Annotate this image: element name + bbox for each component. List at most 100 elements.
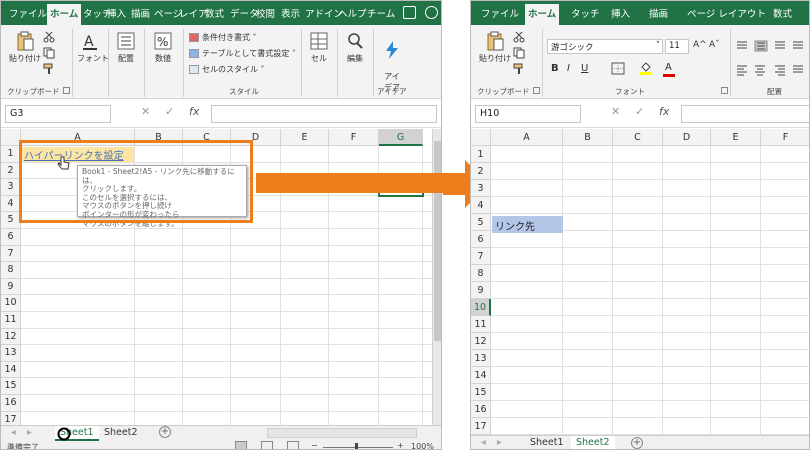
row-header-11[interactable]: 11 bbox=[471, 316, 491, 333]
row-header-10[interactable]: 10 bbox=[1, 295, 21, 312]
col-header-g[interactable]: G bbox=[379, 129, 423, 146]
add-sheet-icon[interactable]: + bbox=[159, 426, 171, 438]
font-name-select[interactable]: 游ゴシック ˅ bbox=[547, 39, 663, 54]
font-color-button[interactable]: A bbox=[665, 62, 672, 73]
share-icon[interactable] bbox=[403, 6, 416, 19]
col-header-f[interactable]: F bbox=[329, 129, 379, 146]
col-header-d[interactable]: D bbox=[663, 129, 711, 146]
name-box[interactable]: G3 bbox=[5, 105, 111, 123]
col-header-f[interactable]: F bbox=[761, 129, 809, 146]
tab-insert[interactable]: 挿入 bbox=[107, 6, 126, 20]
row-header-16[interactable]: 16 bbox=[1, 395, 21, 412]
zoom-slider-thumb[interactable] bbox=[355, 443, 358, 449]
sheet-nav-next-icon[interactable]: ▸ bbox=[497, 437, 502, 448]
tab-draw[interactable]: 描画 bbox=[649, 6, 668, 20]
fill-color-icon[interactable] bbox=[639, 61, 653, 75]
tab-data[interactable]: データ bbox=[230, 6, 259, 20]
cut-icon[interactable] bbox=[513, 31, 525, 43]
shrink-font-button[interactable]: Aˇ bbox=[709, 40, 720, 50]
tab-touch[interactable]: タッチ bbox=[571, 6, 600, 20]
number-button[interactable]: % 数値 bbox=[148, 31, 178, 64]
underline-button[interactable]: U bbox=[581, 63, 588, 74]
tab-insert[interactable]: 挿入 bbox=[611, 6, 630, 20]
tab-home[interactable]: ホーム bbox=[525, 4, 560, 25]
row-header-6[interactable]: 6 bbox=[471, 231, 491, 248]
tab-file[interactable]: ファイル bbox=[481, 6, 519, 20]
worksheet-grid-right[interactable]: A B C D E F 1 2 3 4 5 6 7 8 9 10 11 12 13 14 15 16 17 リン… bbox=[471, 129, 809, 435]
row-header-4[interactable]: 4 bbox=[1, 195, 21, 213]
tab-draw[interactable]: 描画 bbox=[131, 6, 150, 20]
feedback-icon[interactable] bbox=[425, 6, 438, 19]
font-button[interactable]: A フォント bbox=[77, 31, 109, 64]
col-header-e[interactable]: E bbox=[281, 129, 329, 146]
sheet-tab-sheet2[interactable]: Sheet2 bbox=[99, 426, 143, 441]
cell-style-button[interactable]: セルのスタイル ˅ bbox=[189, 64, 265, 75]
row-header-2[interactable]: 2 bbox=[1, 162, 21, 180]
row-header-15[interactable]: 15 bbox=[471, 384, 491, 401]
sheet-tab-sheet2[interactable]: Sheet2 bbox=[571, 436, 615, 449]
row-header-7[interactable]: 7 bbox=[1, 245, 21, 263]
clipboard-expander[interactable] bbox=[63, 87, 70, 94]
function-icon[interactable]: fx bbox=[659, 105, 669, 118]
row-header-1[interactable]: 1 bbox=[1, 146, 21, 163]
cells-button[interactable]: セル bbox=[305, 31, 333, 64]
tab-file[interactable]: ファイル bbox=[9, 6, 47, 20]
select-all-corner[interactable] bbox=[471, 129, 491, 146]
clipboard-expander[interactable] bbox=[533, 87, 540, 94]
col-header-c[interactable]: C bbox=[613, 129, 663, 146]
row-header-10[interactable]: 10 bbox=[471, 299, 491, 316]
zoom-out-icon[interactable]: − bbox=[311, 441, 318, 449]
grow-font-button[interactable]: A^ bbox=[693, 40, 707, 50]
bold-button[interactable]: B bbox=[551, 63, 559, 74]
alignment-icons[interactable] bbox=[735, 39, 807, 79]
row-header-6[interactable]: 6 bbox=[1, 229, 21, 246]
edit-button[interactable]: 編集 bbox=[341, 31, 369, 64]
row-header-8[interactable]: 8 bbox=[1, 262, 21, 279]
paste-button[interactable]: 貼り付け bbox=[7, 31, 43, 64]
zoom-level[interactable]: 100% bbox=[411, 442, 434, 449]
formula-input[interactable] bbox=[681, 105, 809, 123]
function-icon[interactable]: fx bbox=[189, 105, 199, 118]
col-header-a[interactable]: A bbox=[491, 129, 563, 146]
tab-help[interactable]: ヘルプ bbox=[338, 6, 367, 20]
tab-layout[interactable]: レイア bbox=[179, 6, 208, 20]
zoom-slider[interactable] bbox=[323, 447, 393, 448]
tab-team[interactable]: チーム bbox=[367, 6, 395, 20]
row-header-14[interactable]: 14 bbox=[1, 361, 21, 379]
row-header-9[interactable]: 9 bbox=[1, 278, 21, 296]
row-header-5[interactable]: 5 bbox=[471, 214, 491, 231]
font-size-select[interactable]: 11 bbox=[665, 39, 689, 54]
conditional-format-button[interactable]: 条件付き書式 ˅ bbox=[189, 32, 257, 43]
horizontal-scrollbar[interactable] bbox=[267, 428, 417, 438]
tab-view[interactable]: 表示 bbox=[281, 6, 300, 20]
sheet-nav-prev-icon[interactable]: ◂ bbox=[11, 427, 16, 438]
col-header-e[interactable]: E bbox=[711, 129, 761, 146]
page-break-view-icon[interactable] bbox=[287, 441, 299, 449]
sheet-nav-next-icon[interactable]: ▸ bbox=[27, 427, 32, 438]
row-header-2[interactable]: 2 bbox=[471, 163, 491, 180]
format-painter-icon[interactable] bbox=[513, 63, 525, 75]
sheet-nav-prev-icon[interactable]: ◂ bbox=[481, 437, 486, 448]
link-target-cell-a5[interactable]: リンク先 bbox=[492, 216, 563, 233]
tab-review[interactable]: 校閲 bbox=[256, 6, 275, 20]
align-button[interactable]: 配置 bbox=[112, 31, 140, 64]
formula-input[interactable] bbox=[211, 105, 437, 123]
tab-formulas[interactable]: 数式 bbox=[773, 6, 792, 20]
zoom-in-icon[interactable]: + bbox=[397, 441, 404, 449]
row-header-14[interactable]: 14 bbox=[471, 367, 491, 384]
copy-icon[interactable] bbox=[43, 47, 55, 59]
row-header-11[interactable]: 11 bbox=[1, 312, 21, 329]
row-header-17[interactable]: 17 bbox=[471, 418, 491, 435]
table-format-button[interactable]: テーブルとして書式設定 ˅ bbox=[189, 48, 296, 59]
page-layout-view-icon[interactable] bbox=[261, 441, 273, 449]
row-header-8[interactable]: 8 bbox=[471, 265, 491, 282]
normal-view-icon[interactable] bbox=[235, 441, 247, 449]
row-header-16[interactable]: 16 bbox=[471, 401, 491, 418]
sheet-tab-sheet1[interactable]: Sheet1 bbox=[525, 436, 569, 449]
row-header-4[interactable]: 4 bbox=[471, 197, 491, 214]
row-header-9[interactable]: 9 bbox=[471, 282, 491, 299]
row-header-13[interactable]: 13 bbox=[1, 345, 21, 362]
row-header-12[interactable]: 12 bbox=[471, 333, 491, 350]
name-box[interactable]: H10 bbox=[475, 105, 581, 123]
select-all-corner[interactable] bbox=[1, 129, 21, 146]
